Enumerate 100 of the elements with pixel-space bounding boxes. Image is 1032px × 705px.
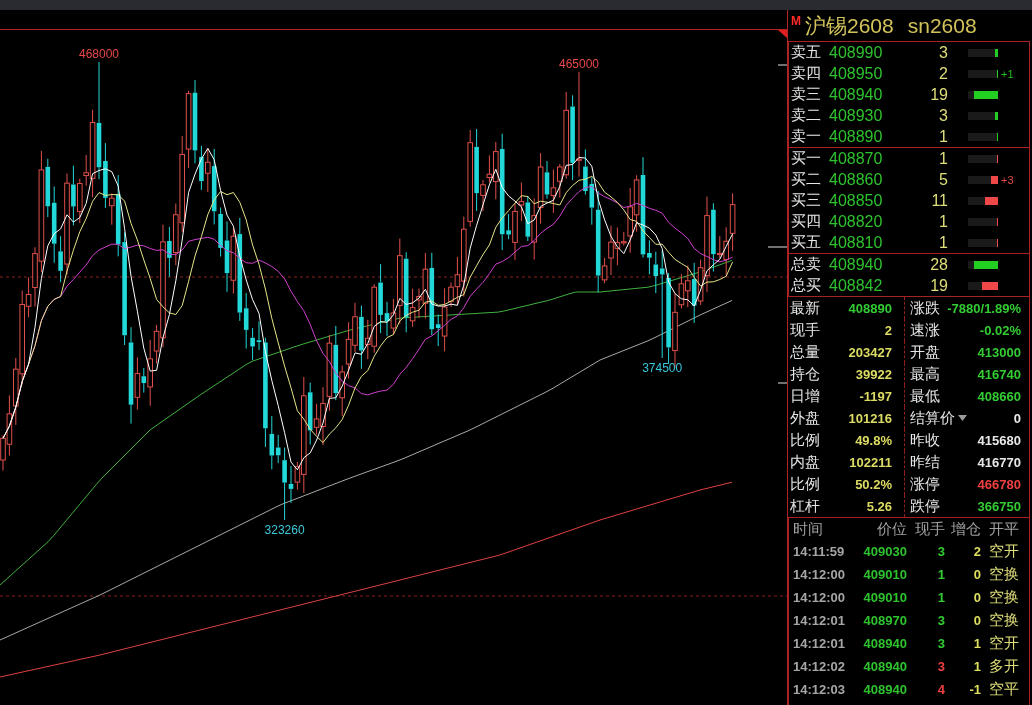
quote-label: 比例 [790,474,820,494]
contract-name: 沪锡2608 [805,13,894,38]
order-level-label: 总买 [791,276,822,295]
order-price: 408850 [829,191,884,210]
order-volume: 19 [929,276,948,295]
order-volume: 3 [938,43,948,62]
quote-value: 408660 [977,388,1021,404]
quote-value: 415680 [977,432,1021,448]
order-volume: 3 [938,106,948,125]
trade-volume: 3 [936,613,945,628]
order-price: 408860 [829,170,884,189]
order-level-label: 卖一 [791,127,822,146]
trade-time: 14:12:02 [793,659,847,674]
volume-change: +1 [1000,67,1015,80]
quote-label: 昨结 [910,452,940,472]
trade-volume: 3 [936,544,945,559]
order-price: 408950 [829,64,884,83]
quote-value: 408890 [848,300,892,316]
order-volume: 11 [930,191,948,210]
order-price: 408940 [829,85,884,104]
order-volume: 1 [938,149,948,168]
order-level-label: 总卖 [791,255,822,274]
quote-value: 203427 [848,344,892,360]
trade-price: 409010 [862,590,907,605]
trade-volume: 1 [936,567,945,582]
trade-price: 408940 [862,636,907,651]
order-level-label: 买四 [791,212,822,231]
trade-time: 14:11:59 [793,544,846,559]
open-interest-change: 0 [972,567,981,582]
quote-label: 最高 [910,364,940,384]
order-level-label: 卖四 [791,64,822,83]
order-volume: 1 [938,233,948,252]
dropdown-caret-icon[interactable] [958,415,967,421]
order-volume: 19 [929,85,948,104]
quote-label: 速涨 [910,320,940,340]
quote-value: 50.2% [855,476,892,492]
order-price: 408870 [829,149,884,168]
trade-time: 14:12:01 [793,613,847,628]
order-price: 408930 [829,106,884,125]
order-price: 408820 [829,212,884,231]
trade-type: 空平 [988,680,1020,699]
column-header: 时间 [793,519,824,539]
trade-time: 14:12:00 [793,590,847,605]
order-level-label: 买五 [791,233,822,252]
quote-label: 开盘 [910,342,940,362]
open-interest-change: 1 [972,659,981,674]
column-header: 增仓 [950,519,981,539]
trade-type: 空开 [988,542,1020,561]
trade-time: 14:12:00 [793,567,847,582]
order-price: 408842 [829,276,884,295]
order-volume: 28 [929,255,948,274]
order-price: 408940 [829,255,884,274]
contract-code: sn2608 [907,13,977,38]
open-interest-change: 0 [972,613,981,628]
open-interest-change: 2 [972,544,981,559]
order-level-label: 卖三 [791,85,822,104]
quote-value: -1197 [859,388,892,404]
trade-type: 空开 [988,634,1020,653]
quote-label: 昨收 [910,430,940,450]
quote-value: 2 [884,322,892,338]
quote-label: 跌停 [910,496,940,516]
order-level-label: 买一 [791,149,822,168]
quote-value: 49.8% [855,432,892,448]
order-level-label: 卖二 [791,106,822,125]
quote-label: 涨停 [910,474,940,494]
trade-type: 空换 [988,611,1020,630]
order-volume: 1 [938,212,948,231]
quote-value: -7880/1.89% [947,300,1021,316]
quote-value: 39922 [855,366,892,382]
quote-label: 结算价 [910,408,955,428]
order-price: 408990 [829,43,884,62]
quote-value: 102211 [849,454,892,470]
column-header: 开平 [988,519,1020,539]
order-volume: 1 [938,127,948,146]
quote-label: 持仓 [790,364,820,384]
column-header: 价位 [876,519,907,539]
quote-label: 比例 [790,430,820,450]
order-level-label: 买二 [791,170,822,189]
trade-time: 14:12:01 [793,636,847,651]
column-header: 现手 [914,519,945,539]
quote-label: 最新 [790,298,820,318]
market-letter: M [791,14,801,28]
trade-price: 408940 [862,682,907,697]
quote-value: 5.26 [866,498,892,514]
order-level-label: 买三 [791,191,822,210]
quote-value: -0.02% [979,322,1021,338]
trade-volume: 3 [936,636,945,651]
trade-price: 408940 [862,659,907,674]
trade-volume: 3 [936,659,945,674]
quote-value: 416770 [977,454,1021,470]
quote-label: 内盘 [790,452,820,472]
order-volume: 2 [938,64,948,83]
trade-volume: 4 [936,682,945,697]
quote-value: 366750 [977,498,1021,514]
trade-price: 409030 [862,544,907,559]
order-price: 408810 [829,233,884,252]
quote-label: 杠杆 [790,496,820,516]
quote-label: 现手 [790,320,820,340]
order-price: 408890 [829,127,884,146]
volume-change: +3 [1000,173,1015,186]
